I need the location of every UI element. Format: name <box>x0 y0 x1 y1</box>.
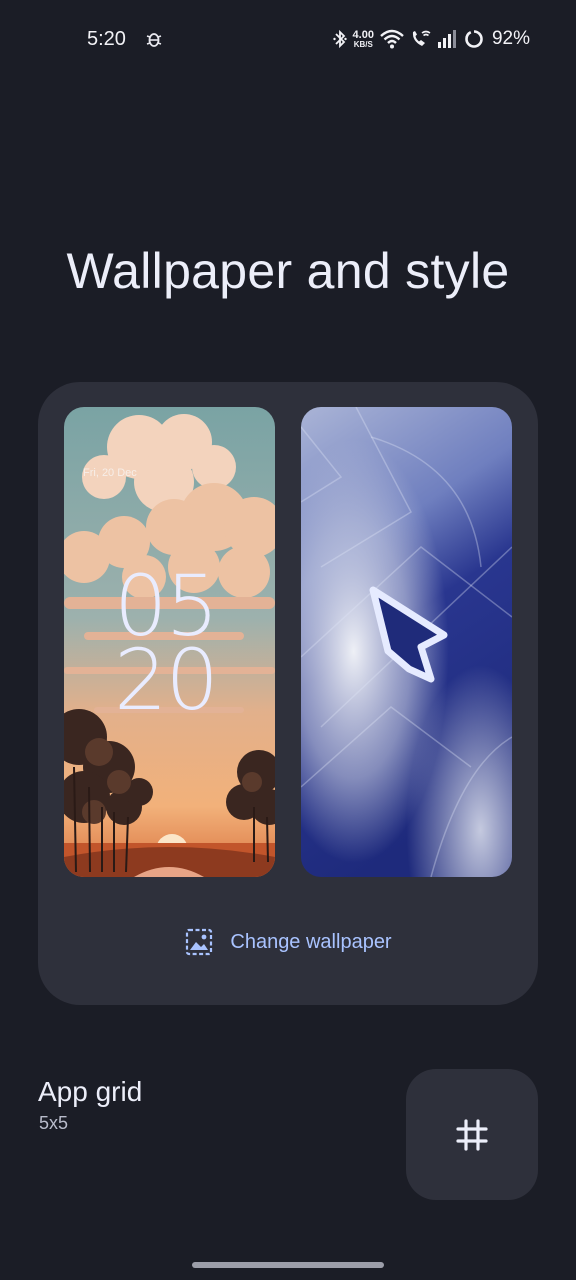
app-grid-title: App grid <box>38 1076 143 1107</box>
network-speed-unit: KB/S <box>353 39 373 49</box>
wifi-call-icon <box>412 30 431 46</box>
change-wallpaper-button[interactable]: Change wallpaper <box>38 922 538 962</box>
gesture-nav-handle[interactable] <box>192 1262 384 1268</box>
app-grid-button[interactable] <box>406 1069 538 1200</box>
debug-icon <box>146 33 162 47</box>
network-speed-value: 4.00 <box>352 28 374 41</box>
lock-screen-preview[interactable]: Fri, 20 Dec 05 20 <box>64 407 275 877</box>
wifi-icon <box>380 29 404 49</box>
lock-screen-clock: 05 20 <box>114 564 219 729</box>
home-screen-preview[interactable] <box>301 407 512 877</box>
page-title: Wallpaper and style <box>66 243 510 299</box>
change-wallpaper-label: Change wallpaper <box>230 930 392 953</box>
app-grid-row[interactable]: App grid 5x5 <box>0 1062 576 1202</box>
battery-icon <box>465 30 483 48</box>
image-icon <box>186 928 213 956</box>
app-grid-value: 5x5 <box>39 1113 69 1133</box>
grid-icon <box>456 1118 488 1151</box>
lock-screen-date: Fri, 20 Dec <box>83 467 137 479</box>
home-wallpaper-image <box>301 407 512 877</box>
battery-percent: 92% <box>491 28 530 49</box>
lock-clock-minute: 20 <box>114 631 219 729</box>
signal-icon <box>437 30 456 48</box>
status-bar: 5:20 4.00 KB/S 92% <box>0 0 576 78</box>
status-time: 5:20 <box>87 28 126 50</box>
network-speed: 4.00 KB/S <box>352 28 374 49</box>
wallpaper-card: Fri, 20 Dec 05 20 Change wallpaper <box>38 382 538 1005</box>
bluetooth-icon <box>332 29 347 49</box>
